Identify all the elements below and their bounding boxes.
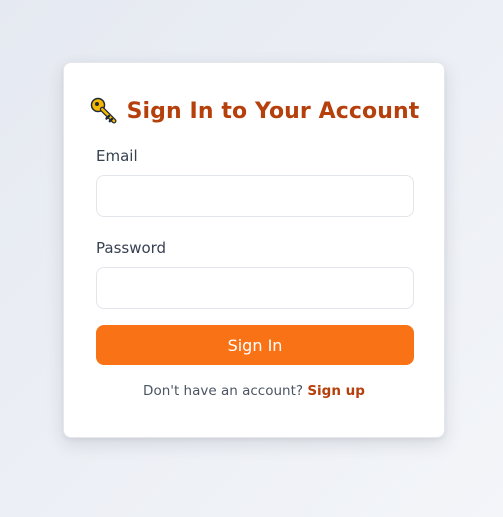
email-group: Email — [96, 147, 414, 217]
signup-prompt: Don't have an account? — [143, 383, 308, 399]
signin-card: Sign In to Your Account Email Password S… — [63, 62, 445, 438]
page-title: Sign In to Your Account — [126, 98, 420, 124]
password-field[interactable] — [96, 267, 414, 309]
password-group: Password — [96, 239, 414, 309]
email-label: Email — [96, 147, 138, 165]
signup-link[interactable]: Sign up — [307, 383, 365, 399]
key-icon — [89, 96, 119, 126]
signup-row: Don't have an account? Sign up — [96, 383, 412, 399]
title-row: Sign In to Your Account — [90, 95, 419, 127]
sign-in-button[interactable]: Sign In — [96, 325, 414, 365]
password-label: Password — [96, 239, 167, 257]
email-field[interactable] — [96, 175, 414, 217]
